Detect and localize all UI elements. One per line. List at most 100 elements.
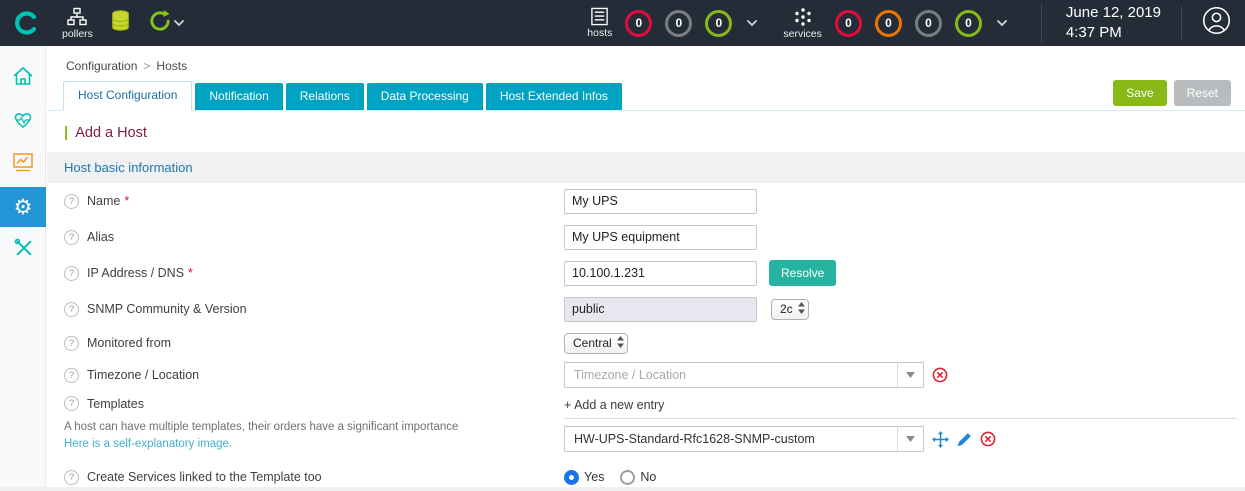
hosts-chevron-down-icon[interactable] [747,20,757,27]
tab-bar: Host Configuration Notification Relation… [47,82,1245,111]
title-bar-glyph: | [64,124,68,141]
tab-data-processing[interactable]: Data Processing [367,83,483,110]
tab-notification[interactable]: Notification [195,83,282,110]
name-label-group: ? Name * [64,194,564,209]
help-icon[interactable]: ? [64,470,79,485]
tab-relations[interactable]: Relations [286,83,364,110]
create-services-radio-no[interactable]: No [620,470,656,485]
hosts-label: hosts [587,28,612,39]
snmp-community-input[interactable] [564,297,757,322]
snmp-value: 2c [564,297,1245,322]
services-status-group: services 0 0 0 0 [783,7,1007,40]
services-icon [793,7,813,27]
create-services-radio-yes[interactable]: Yes [564,470,604,485]
resolve-button[interactable]: Resolve [769,260,836,286]
clear-timezone-icon[interactable] [932,367,948,383]
form-row-ip: ? IP Address / DNS * Resolve [47,255,1245,291]
hosts-unknown-badge[interactable]: 0 [665,10,692,37]
form-row-name: ? Name * [47,183,1245,219]
section-host-basic-information: Host basic information [47,152,1245,183]
move-template-icon[interactable] [932,431,949,448]
help-icon[interactable]: ? [64,368,79,383]
stepper-arrows-icon [617,336,624,351]
ip-value: Resolve [564,260,1245,286]
services-ok-badge[interactable]: 0 [955,10,982,37]
ip-required-mark: * [188,266,193,280]
centreon-logo[interactable] [0,0,52,46]
tools-icon [13,237,34,263]
templates-divider [564,418,1237,419]
breadcrumb-configuration[interactable]: Configuration [66,59,137,73]
name-label: Name [87,194,120,208]
tab-host-extended-infos[interactable]: Host Extended Infos [486,83,622,110]
breadcrumb-separator: > [143,59,150,73]
centreon-app: pollers hosts 0 0 0 [0,0,1245,491]
pollers-menu[interactable]: pollers [62,7,93,40]
alias-value [564,225,1245,250]
dropdown-arrow-icon [897,363,923,387]
user-menu[interactable] [1181,6,1231,40]
tab-host-configuration[interactable]: Host Configuration [63,81,192,111]
hosts-menu[interactable]: hosts [587,7,612,39]
sidebar-item-monitoring[interactable] [0,101,46,141]
next-section-edge [0,487,1245,491]
save-button[interactable]: Save [1113,80,1166,106]
alias-input[interactable] [564,225,757,250]
help-icon[interactable]: ? [64,302,79,317]
breadcrumb: Configuration > Hosts [47,46,1245,82]
centreon-logo-icon [13,10,39,36]
hosts-ok-badge[interactable]: 0 [705,10,732,37]
help-icon[interactable]: ? [64,230,79,245]
dropdown-arrow-icon [897,427,923,451]
breadcrumb-hosts[interactable]: Hosts [156,59,187,73]
help-icon[interactable]: ? [64,266,79,281]
templates-label-group: ? Templates A host can have multiple tem… [64,396,564,452]
help-icon[interactable]: ? [64,336,79,351]
sidebar-item-home[interactable] [0,58,46,98]
form-row-timezone: ? Timezone / Location Timezone / Locatio… [47,359,1245,391]
hosts-status-group: hosts 0 0 0 [587,7,757,39]
sidebar: ⚙ [0,46,46,491]
radio-unchecked-icon [620,470,635,485]
timezone-value: Timezone / Location [564,362,1245,388]
radio-checked-icon [564,470,579,485]
services-chevron-down-icon[interactable] [997,20,1007,27]
sidebar-item-reporting[interactable] [0,144,46,184]
gear-icon: ⚙ [14,197,33,218]
edit-template-icon[interactable] [957,432,972,447]
name-input[interactable] [564,189,757,214]
template-select[interactable]: HW-UPS-Standard-Rfc1628-SNMP-custom [564,426,924,452]
help-icon[interactable]: ? [64,194,79,209]
ip-input[interactable] [564,261,757,286]
services-menu[interactable]: services [783,7,822,40]
monitored-from-selected: Central [573,336,612,350]
services-unknown-badge[interactable]: 0 [915,10,942,37]
timezone-select[interactable]: Timezone / Location [564,362,924,388]
reset-button[interactable]: Reset [1174,80,1231,106]
user-avatar-icon [1202,6,1231,40]
radio-yes-label: Yes [584,470,604,484]
sidebar-item-configuration[interactable]: ⚙ [0,187,46,227]
snmp-version-select[interactable]: 2c [771,299,809,320]
templates-help-link[interactable]: Here is a self-explanatory image. [64,436,564,453]
hosts-critical-badge[interactable]: 0 [625,10,652,37]
template-selected: HW-UPS-Standard-Rfc1628-SNMP-custom [565,432,897,446]
refresh-chevron-down-icon[interactable] [174,20,184,27]
timezone-label: Timezone / Location [87,368,199,382]
templates-value: + Add a new entry HW-UPS-Standard-Rfc162… [564,396,1245,452]
refresh-menu[interactable] [148,9,172,38]
add-template-entry-link[interactable]: + Add a new entry [564,396,1237,418]
main-content: Configuration > Hosts Host Configuration… [47,46,1245,491]
snmp-label-group: ? SNMP Community & Version [64,302,564,317]
help-icon[interactable]: ? [64,396,79,411]
delete-template-icon[interactable] [980,431,996,447]
home-icon [12,66,34,91]
services-critical-badge[interactable]: 0 [835,10,862,37]
database-menu[interactable] [111,10,130,36]
snmp-version-value: 2c [780,302,793,316]
services-warning-badge[interactable]: 0 [875,10,902,37]
sidebar-item-administration[interactable] [0,230,46,270]
page-title: | Add a Host [47,111,1245,152]
monitored-from-select[interactable]: Central [564,333,628,354]
form-row-monitored-from: ? Monitored from Central [47,327,1245,359]
